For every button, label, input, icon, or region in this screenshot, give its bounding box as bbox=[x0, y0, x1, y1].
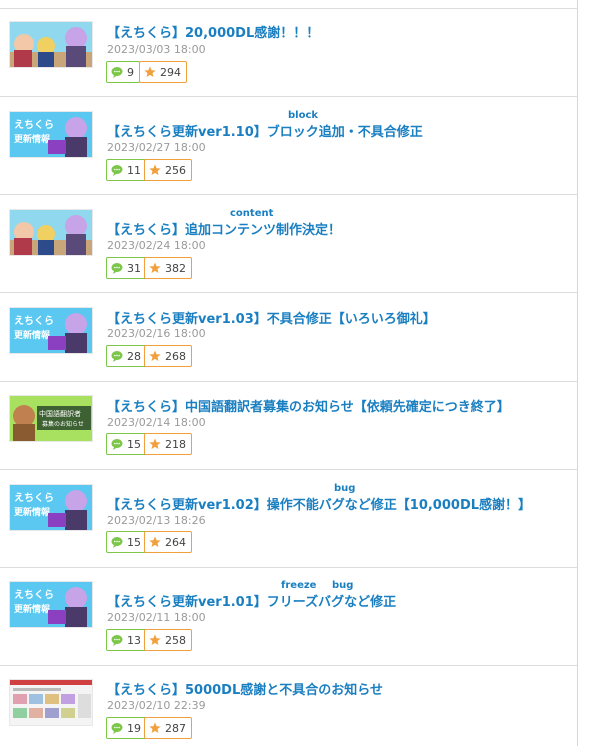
list-item: えちくら更新情報 block 【えちくら更新ver1.10】ブロック追加・不具合… bbox=[0, 97, 578, 195]
star-count: 256 bbox=[165, 163, 186, 177]
post-thumbnail[interactable] bbox=[9, 209, 93, 256]
star-icon bbox=[144, 66, 156, 78]
speech-bubble-icon bbox=[111, 536, 123, 548]
comment-count: 28 bbox=[127, 349, 141, 363]
star-count-badge[interactable]: 264 bbox=[144, 531, 192, 553]
star-count-badge[interactable]: 268 bbox=[144, 345, 192, 367]
list-item: content 【えちくら】追加コンテンツ制作決定！ 2023/02/24 18… bbox=[0, 195, 578, 293]
speech-bubble-icon bbox=[111, 66, 123, 78]
post-title[interactable]: 【えちくら更新ver1.02】操作不能バグなど修正【10,000DL感謝！】 bbox=[107, 494, 531, 513]
post-date: 2023/02/27 18:00 bbox=[107, 141, 206, 154]
svg-text:えちくら: えちくら bbox=[14, 589, 54, 601]
list-item: 【えちくら】20,000DL感謝！！！ 2023/03/03 18:00 9 2… bbox=[0, 8, 578, 97]
post-thumbnail[interactable]: えちくら 更新情報 bbox=[9, 111, 93, 158]
post-date: 2023/02/11 18:00 bbox=[107, 611, 206, 624]
comment-count-badge[interactable]: 19 bbox=[106, 717, 147, 739]
star-count-badge[interactable]: 258 bbox=[144, 629, 192, 651]
star-count-badge[interactable]: 382 bbox=[144, 257, 192, 279]
star-icon bbox=[149, 438, 161, 450]
post-thumbnail[interactable]: 中国語翻訳者 募集のお知らせ bbox=[9, 395, 93, 442]
star-icon bbox=[149, 536, 161, 548]
post-thumbnail[interactable]: えちくら 更新情報 bbox=[9, 484, 93, 531]
svg-text:更新情報: 更新情報 bbox=[14, 329, 51, 341]
svg-text:えちくら: えちくら bbox=[14, 492, 54, 504]
star-icon bbox=[149, 164, 161, 176]
post-title[interactable]: 【えちくら更新ver1.03】不具合修正【いろいろ御礼】 bbox=[107, 308, 436, 327]
comment-count: 11 bbox=[127, 163, 141, 177]
speech-bubble-icon bbox=[111, 634, 123, 646]
post-date: 2023/02/24 18:00 bbox=[107, 239, 206, 252]
speech-bubble-icon bbox=[111, 164, 123, 176]
star-count: 382 bbox=[165, 261, 186, 275]
svg-text:更新情報: 更新情報 bbox=[14, 133, 51, 145]
svg-text:更新情報: 更新情報 bbox=[14, 603, 51, 615]
post-date: 2023/02/10 22:39 bbox=[107, 699, 206, 712]
star-count: 218 bbox=[165, 437, 186, 451]
comment-count-badge[interactable]: 31 bbox=[106, 257, 147, 279]
post-thumbnail[interactable]: えちくら 更新情報 bbox=[9, 307, 93, 354]
star-count: 258 bbox=[165, 633, 186, 647]
list-item: えちくら更新情報 【えちくら更新ver1.03】不具合修正【いろいろ御礼】 20… bbox=[0, 293, 578, 382]
post-title[interactable]: 【えちくら】5000DL感謝と不具合のお知らせ bbox=[107, 679, 383, 698]
post-title[interactable]: 【えちくら】20,000DL感謝！！！ bbox=[107, 22, 319, 41]
svg-text:更新情報: 更新情報 bbox=[14, 506, 51, 518]
list-item: えちくら更新情報 bug 【えちくら更新ver1.02】操作不能バグなど修正【1… bbox=[0, 470, 578, 568]
ruby-annotation: freeze bbox=[281, 580, 317, 591]
svg-text:中国語翻訳者: 中国語翻訳者 bbox=[39, 409, 81, 418]
star-count: 264 bbox=[165, 535, 186, 549]
comment-count: 15 bbox=[127, 437, 141, 451]
star-icon bbox=[149, 722, 161, 734]
post-thumbnail[interactable] bbox=[9, 679, 93, 726]
ruby-annotation: content bbox=[230, 208, 274, 219]
comment-count-badge[interactable]: 9 bbox=[106, 61, 140, 83]
post-title[interactable]: 【えちくら】追加コンテンツ制作決定！ bbox=[107, 219, 341, 238]
speech-bubble-icon bbox=[111, 350, 123, 362]
post-title[interactable]: 【えちくら更新ver1.01】フリーズバグなど修正 bbox=[107, 591, 396, 610]
post-title[interactable]: 【えちくら更新ver1.10】ブロック追加・不具合修正 bbox=[107, 121, 423, 140]
star-count-badge[interactable]: 256 bbox=[144, 159, 192, 181]
ruby-annotation: block bbox=[288, 110, 319, 121]
ruby-annotation: bug bbox=[334, 483, 356, 494]
post-title[interactable]: 【えちくら】中国語翻訳者募集のお知らせ【依頼先確定につき終了】 bbox=[107, 396, 510, 415]
star-count: 268 bbox=[165, 349, 186, 363]
comment-count: 9 bbox=[127, 65, 134, 79]
svg-text:えちくら: えちくら bbox=[14, 119, 54, 131]
star-icon bbox=[149, 350, 161, 362]
star-count-badge[interactable]: 294 bbox=[139, 61, 187, 83]
star-count: 294 bbox=[160, 65, 181, 79]
list-item: えちくら更新情報 freeze bug 【えちくら更新ver1.01】フリーズバ… bbox=[0, 568, 578, 666]
star-count-badge[interactable]: 218 bbox=[144, 433, 192, 455]
star-count-badge[interactable]: 287 bbox=[144, 717, 192, 739]
post-date: 2023/02/16 18:00 bbox=[107, 327, 206, 340]
ruby-annotation: bug bbox=[332, 580, 354, 591]
post-list: 【えちくら】20,000DL感謝！！！ 2023/03/03 18:00 9 2… bbox=[0, 0, 578, 746]
comment-count-badge[interactable]: 11 bbox=[106, 159, 147, 181]
comment-count: 15 bbox=[127, 535, 141, 549]
speech-bubble-icon bbox=[111, 438, 123, 450]
comment-count-badge[interactable]: 15 bbox=[106, 531, 147, 553]
svg-text:えちくら: えちくら bbox=[14, 315, 54, 327]
comment-count-badge[interactable]: 13 bbox=[106, 629, 147, 651]
comment-count: 31 bbox=[127, 261, 141, 275]
post-thumbnail[interactable] bbox=[9, 21, 93, 68]
comment-count-badge[interactable]: 28 bbox=[106, 345, 147, 367]
comment-count: 19 bbox=[127, 721, 141, 735]
post-thumbnail[interactable]: えちくら 更新情報 bbox=[9, 581, 93, 628]
comment-count-badge[interactable]: 15 bbox=[106, 433, 147, 455]
page-edge bbox=[578, 0, 590, 746]
post-date: 2023/03/03 18:00 bbox=[107, 43, 206, 56]
star-icon bbox=[149, 634, 161, 646]
post-date: 2023/02/14 18:00 bbox=[107, 416, 206, 429]
svg-text:募集のお知らせ: 募集のお知らせ bbox=[42, 420, 84, 428]
speech-bubble-icon bbox=[111, 722, 123, 734]
list-item: 【えちくら】5000DL感謝と不具合のお知らせ 2023/02/10 22:39… bbox=[0, 666, 578, 746]
star-icon bbox=[149, 262, 161, 274]
comment-count: 13 bbox=[127, 633, 141, 647]
list-item: 中国語翻訳者 募集のお知らせ 【えちくら】中国語翻訳者募集のお知らせ【依頼先確定に… bbox=[0, 382, 578, 470]
post-date: 2023/02/13 18:26 bbox=[107, 514, 206, 527]
star-count: 287 bbox=[165, 721, 186, 735]
speech-bubble-icon bbox=[111, 262, 123, 274]
